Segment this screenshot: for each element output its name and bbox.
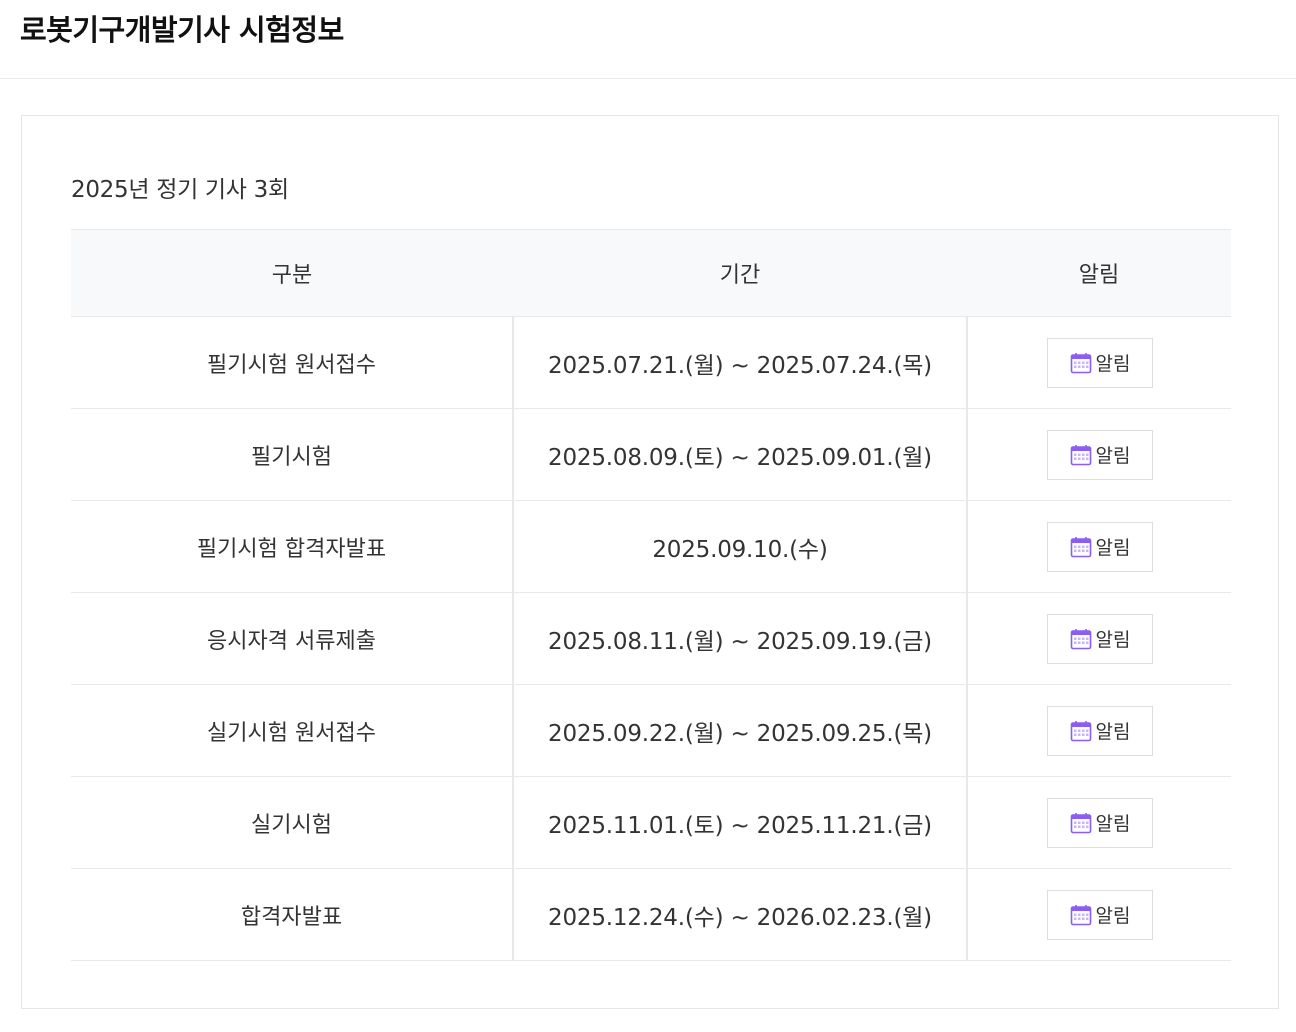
header-alarm: 알림 [967, 229, 1231, 317]
page-title: 로봇기구개발기사 시험정보 [20, 13, 344, 47]
row-period: 2025.07.21.(월) ~ 2025.07.24.(목) [512, 316, 968, 409]
table-row: 합격자발표 2025.12.24.(수) ~ 2026.02.23.(월) 알림 [71, 868, 1231, 961]
row-alarm-cell: 알림 [967, 776, 1231, 869]
row-category: 필기시험 합격자발표 [71, 500, 513, 593]
row-alarm-cell: 알림 [967, 316, 1231, 409]
alarm-button-label: 알림 [1095, 445, 1131, 467]
row-period: 2025.12.24.(수) ~ 2026.02.23.(월) [512, 868, 968, 961]
alarm-button-label: 알림 [1095, 353, 1131, 375]
row-period: 2025.08.11.(월) ~ 2025.09.19.(금) [512, 592, 968, 685]
alarm-button[interactable]: 알림 [1046, 521, 1153, 572]
section-title: 2025년 정기 기사 3회 [71, 177, 289, 203]
row-period: 2025.08.09.(토) ~ 2025.09.01.(월) [512, 408, 968, 501]
alarm-button-label: 알림 [1095, 905, 1131, 927]
row-alarm-cell: 알림 [967, 868, 1231, 961]
alarm-button-label: 알림 [1095, 537, 1131, 559]
table-header-row: 구분 기간 알림 [71, 229, 1231, 317]
alarm-button-label: 알림 [1095, 629, 1131, 651]
calendar-icon [1070, 812, 1091, 833]
alarm-button[interactable]: 알림 [1046, 797, 1153, 848]
row-alarm-cell: 알림 [967, 592, 1231, 685]
alarm-button-label: 알림 [1095, 721, 1131, 743]
row-category: 합격자발표 [71, 868, 513, 961]
row-category: 필기시험 원서접수 [71, 316, 513, 409]
alarm-button[interactable]: 알림 [1046, 337, 1153, 388]
row-category: 응시자격 서류제출 [71, 592, 513, 685]
calendar-icon [1070, 904, 1091, 925]
page-header: 로봇기구개발기사 시험정보 [0, 0, 1296, 79]
table-row: 실기시험 원서접수 2025.09.22.(월) ~ 2025.09.25.(목… [71, 684, 1231, 777]
exam-info-card: 2025년 정기 기사 3회 구분 기간 알림 필기시험 원서접수 2025.0… [21, 115, 1279, 1009]
row-alarm-cell: 알림 [967, 500, 1231, 593]
calendar-icon [1070, 444, 1091, 465]
row-category: 실기시험 [71, 776, 513, 869]
row-alarm-cell: 알림 [967, 408, 1231, 501]
row-category: 실기시험 원서접수 [71, 684, 513, 777]
row-alarm-cell: 알림 [967, 684, 1231, 777]
alarm-button[interactable]: 알림 [1046, 705, 1153, 756]
exam-schedule-table: 구분 기간 알림 필기시험 원서접수 2025.07.21.(월) ~ 2025… [71, 229, 1231, 961]
alarm-button-label: 알림 [1095, 813, 1131, 835]
header-category: 구분 [71, 229, 513, 317]
alarm-button[interactable]: 알림 [1046, 889, 1153, 940]
table-row: 응시자격 서류제출 2025.08.11.(월) ~ 2025.09.19.(금… [71, 592, 1231, 685]
row-period: 2025.11.01.(토) ~ 2025.11.21.(금) [512, 776, 968, 869]
alarm-button[interactable]: 알림 [1046, 429, 1153, 480]
alarm-button[interactable]: 알림 [1046, 613, 1153, 664]
row-period: 2025.09.22.(월) ~ 2025.09.25.(목) [512, 684, 968, 777]
row-category: 필기시험 [71, 408, 513, 501]
header-period: 기간 [513, 229, 967, 317]
table-row: 실기시험 2025.11.01.(토) ~ 2025.11.21.(금) 알림 [71, 776, 1231, 869]
row-period: 2025.09.10.(수) [512, 500, 968, 593]
calendar-icon [1070, 352, 1091, 373]
table-row: 필기시험 원서접수 2025.07.21.(월) ~ 2025.07.24.(목… [71, 316, 1231, 409]
calendar-icon [1070, 720, 1091, 741]
table-row: 필기시험 2025.08.09.(토) ~ 2025.09.01.(월) 알림 [71, 408, 1231, 501]
calendar-icon [1070, 628, 1091, 649]
table-row: 필기시험 합격자발표 2025.09.10.(수) 알림 [71, 500, 1231, 593]
calendar-icon [1070, 536, 1091, 557]
